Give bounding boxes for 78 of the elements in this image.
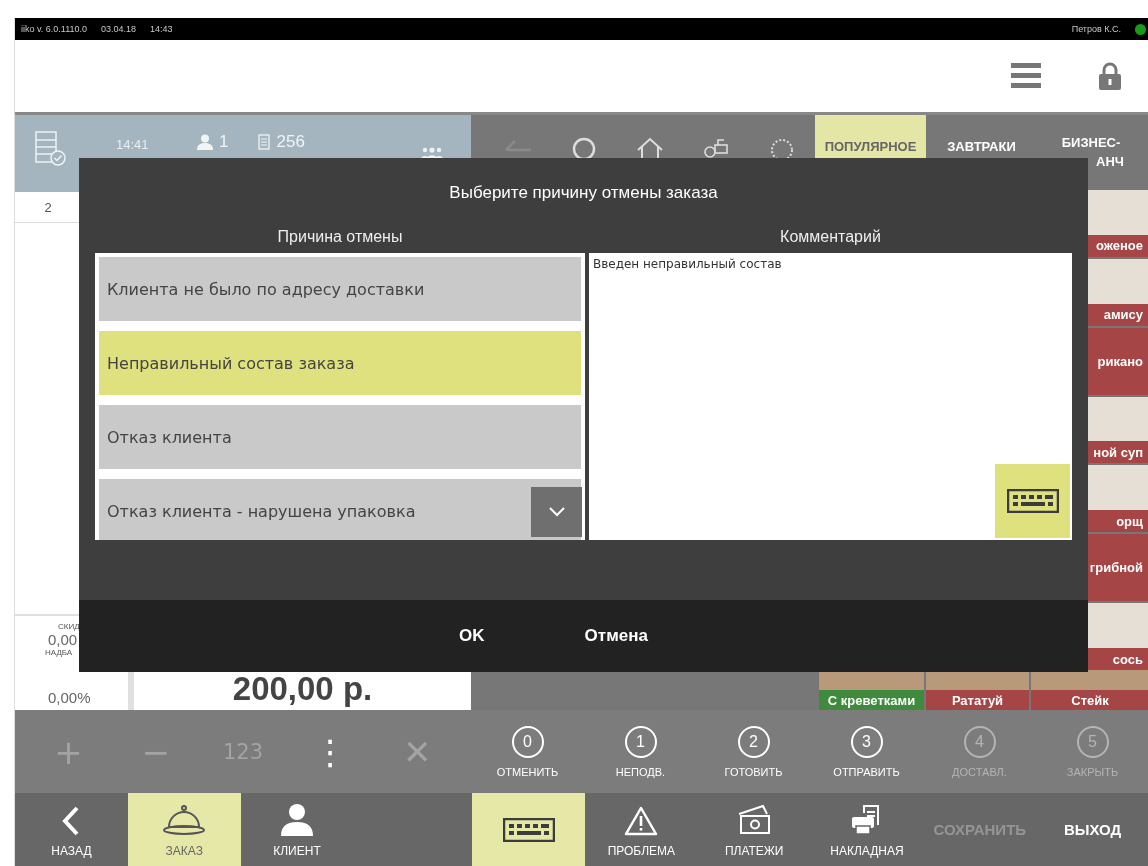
guest-count: 1 (219, 132, 229, 152)
status-number: 5 (1076, 725, 1109, 758)
column-header: Причина отмены (276, 228, 404, 246)
keyboard-icon (1006, 489, 1059, 513)
nav-button[interactable] (472, 793, 585, 866)
tile-label: орщ (1115, 512, 1144, 531)
status-button[interactable]: 0 ОТМЕНИТЬ (471, 710, 584, 793)
nav-button[interactable]: НАЗАД (15, 793, 128, 866)
status-label: ГОТОВИТЬ (724, 765, 783, 778)
tile-label: Рататуй (926, 690, 1029, 710)
keyboard-button[interactable] (995, 464, 1070, 538)
tile-label: сось (1111, 650, 1144, 669)
warning-icon (624, 806, 659, 836)
reason-item[interactable]: Отказ клиента - нарушена упаковка (99, 479, 581, 540)
tray-icon[interactable] (703, 137, 729, 159)
tool-button[interactable]: ⋮ (300, 731, 361, 772)
chevron-left-icon (62, 806, 81, 836)
nav-button[interactable]: ПРОБЛЕМА (585, 793, 698, 866)
status-number: 1 (624, 725, 657, 758)
nav-button[interactable]: ВЫХОД (1036, 793, 1148, 866)
discount-label: СКИД (58, 622, 80, 631)
discount-value: 0,00 (48, 631, 78, 648)
menu-tile[interactable]: Рататуй (926, 670, 1029, 710)
dialog-button[interactable]: Отмена (578, 625, 654, 647)
menu-icon[interactable] (1011, 63, 1041, 89)
tile-label: оженое (1094, 237, 1144, 256)
surcharge-label: НАДБА (45, 648, 73, 657)
order-number: 256 (276, 132, 305, 152)
status-label: НЕПОДВ. (615, 765, 666, 778)
status-label: ОТМЕНИТЬ (496, 765, 559, 778)
status-button[interactable]: 3 ОТПРАВИТЬ (810, 710, 923, 793)
reason-item[interactable]: Отказ клиента (99, 405, 581, 469)
menu-tile[interactable]: С креветками (819, 670, 924, 710)
tile-label: ной суп (1092, 443, 1144, 462)
tile-label: амису (1102, 306, 1144, 325)
nav-button[interactable]: НАКЛАДНАЯ (810, 793, 924, 866)
person-icon (280, 804, 314, 836)
status-button[interactable]: 1 НЕПОДВ. (584, 710, 697, 793)
person-icon (197, 134, 213, 150)
dialog-title: Выберите причину отмены заказа (448, 182, 719, 204)
surcharge-value: 0,00% (48, 689, 91, 708)
dialog-button[interactable]: OK (453, 625, 491, 647)
row-number: 2 (43, 199, 53, 215)
list-check-icon[interactable] (35, 131, 67, 167)
reason-item[interactable]: Клиента не было по адресу доставки (99, 257, 581, 321)
circle-icon[interactable] (572, 137, 596, 161)
order-total: 200,00 р. (232, 670, 373, 708)
app-version: iiko v. 6.0.1110.0 (21, 24, 88, 34)
lock-icon[interactable] (1099, 62, 1121, 90)
status-time: 14:43 (150, 24, 173, 34)
status-date: 03.04.18 (101, 24, 137, 34)
cloche-icon (162, 804, 207, 836)
house-icon[interactable] (636, 137, 664, 159)
nav-button[interactable]: КЛИЕНТ (240, 793, 354, 866)
keyboard-icon (502, 817, 555, 842)
status-number: 0 (511, 725, 544, 758)
category-tab[interactable]: БИЗНЕС- АНЧ (1037, 115, 1145, 179)
comment-field[interactable]: Введен неправильный состав (589, 253, 1072, 540)
status-label: ДОСТАВЛ. (952, 765, 1007, 778)
nav-button[interactable]: ПЛАТЕЖИ (697, 793, 811, 866)
money-icon (737, 804, 772, 836)
menu-tile[interactable]: Стейк (1031, 670, 1148, 710)
status-number: 4 (963, 725, 996, 758)
tile-label: С креветками (819, 690, 924, 710)
chevron-down-icon (548, 507, 565, 517)
column-header: Комментарий (779, 228, 882, 246)
status-button[interactable]: 2 ГОТОВИТЬ (697, 710, 810, 793)
tile-label: Стейк (1031, 690, 1148, 710)
document-icon (258, 134, 271, 150)
nav-button[interactable]: ЗАКАЗ (127, 793, 241, 866)
category-tab[interactable]: ЗАВТРАКИ (926, 115, 1037, 179)
status-number: 2 (737, 725, 770, 758)
status-number: 3 (850, 725, 883, 758)
user-name: Петров К.С. (1071, 24, 1121, 34)
status-label: ОТПРАВИТЬ (833, 765, 900, 778)
status-label: ЗАКРЫТЬ (1066, 765, 1119, 778)
reason-item[interactable]: Неправильный состав заказа (99, 331, 581, 395)
order-time: 14:41 (116, 137, 149, 152)
